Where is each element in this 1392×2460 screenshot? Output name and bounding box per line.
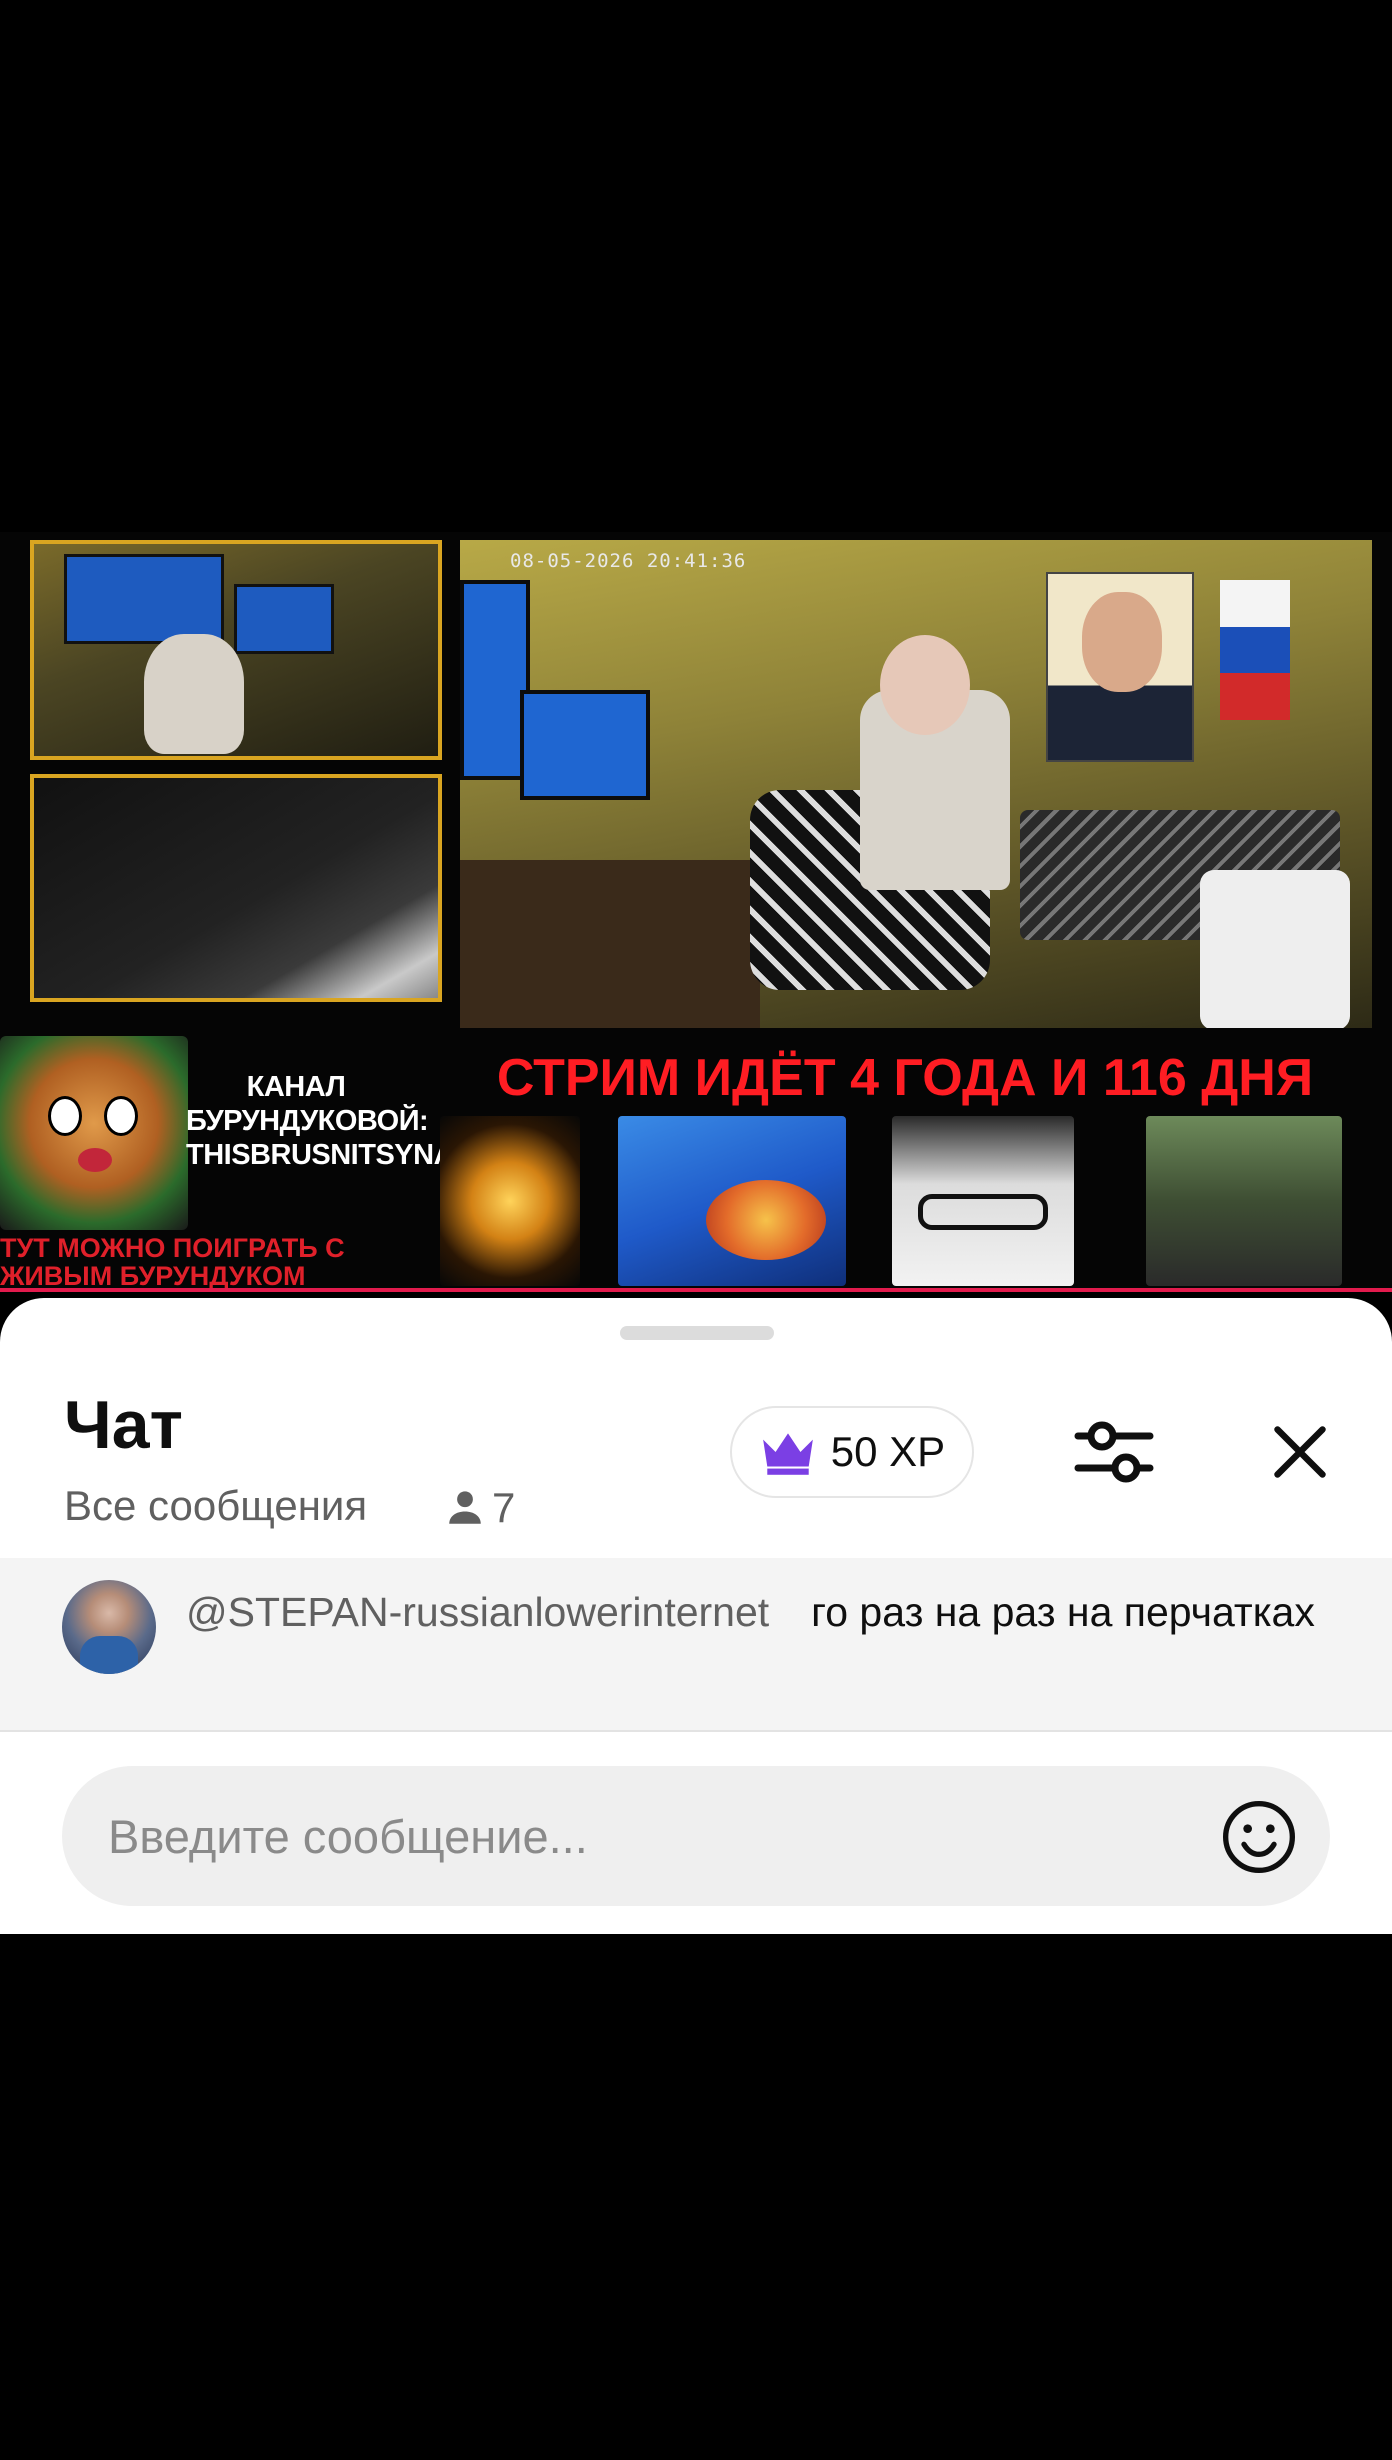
message-text: го раз на раз на перчатках — [811, 1589, 1315, 1635]
small-camera-top — [30, 540, 442, 760]
stream-duration-title: СТРИМ ИДЁТ 4 ГОДА И 116 ДНЯ — [496, 1049, 1314, 1107]
thumb-men — [1146, 1116, 1342, 1286]
screen: 08-05-2026 20:41:36 КАНАЛ БУРУНДУКОВОЙ: … — [0, 0, 1392, 2460]
avatar[interactable] — [62, 1580, 156, 1674]
emoji-icon — [1223, 1801, 1295, 1873]
crown-icon — [762, 1433, 813, 1475]
chat-title: Чат — [64, 1387, 183, 1463]
chat-filter-dropdown[interactable]: Все сообщения — [64, 1482, 367, 1530]
thumb-cat-glasses — [892, 1116, 1074, 1286]
person-icon — [449, 1491, 481, 1524]
flag-image — [1220, 580, 1290, 720]
viewer-count-value: 7 — [492, 1484, 516, 1531]
small-camera-bottom — [30, 774, 442, 1002]
chipmunk-image — [0, 1036, 188, 1230]
video-progress-line[interactable] — [0, 1288, 1392, 1292]
video-timestamp: 08-05-2026 20:41:36 — [510, 550, 747, 572]
portrait-image — [1046, 572, 1194, 762]
close-button[interactable] — [1254, 1406, 1346, 1498]
xp-label: 50 XP — [830, 1428, 946, 1475]
thumb-noodles — [618, 1116, 846, 1286]
xp-button[interactable]: 50 XP — [730, 1406, 974, 1498]
video-player[interactable]: 08-05-2026 20:41:36 КАНАЛ БУРУНДУКОВОЙ: … — [0, 532, 1392, 1292]
main-camera: 08-05-2026 20:41:36 — [460, 540, 1372, 1028]
play-promo-text: ТУТ МОЖНО ПОИГРАТЬ С ЖИВЫМ БУРУНДУКОМ — [0, 1233, 345, 1291]
channel-promo-text: КАНАЛ БУРУНДУКОВОЙ: THISBRUSNITSYNA — [186, 1071, 455, 1171]
stream-banner: КАНАЛ БУРУНДУКОВОЙ: THISBRUSNITSYNA ТУТ … — [0, 1012, 1392, 1292]
message-input[interactable] — [108, 1766, 1188, 1906]
chat-settings-button[interactable] — [1068, 1406, 1160, 1498]
chat-message: @STEPAN-russianlowerinternet го раз на ра… — [186, 1584, 1316, 1641]
sliders-icon — [1074, 1421, 1154, 1483]
emoji-button[interactable] — [1218, 1796, 1300, 1878]
thumb-glowing-z — [440, 1116, 580, 1286]
message-author[interactable]: @STEPAN-russianlowerinternet — [186, 1589, 769, 1635]
close-icon — [1274, 1426, 1326, 1478]
viewer-count: 7 — [444, 1482, 515, 1534]
message-input-container — [62, 1766, 1330, 1906]
chat-sheet: Чат Все сообщения 7 50 XP @STEPAN-russia… — [0, 1298, 1392, 1934]
message-list: @STEPAN-russianlowerinternet го раз на ра… — [0, 1558, 1392, 1732]
drag-handle[interactable] — [620, 1326, 774, 1340]
